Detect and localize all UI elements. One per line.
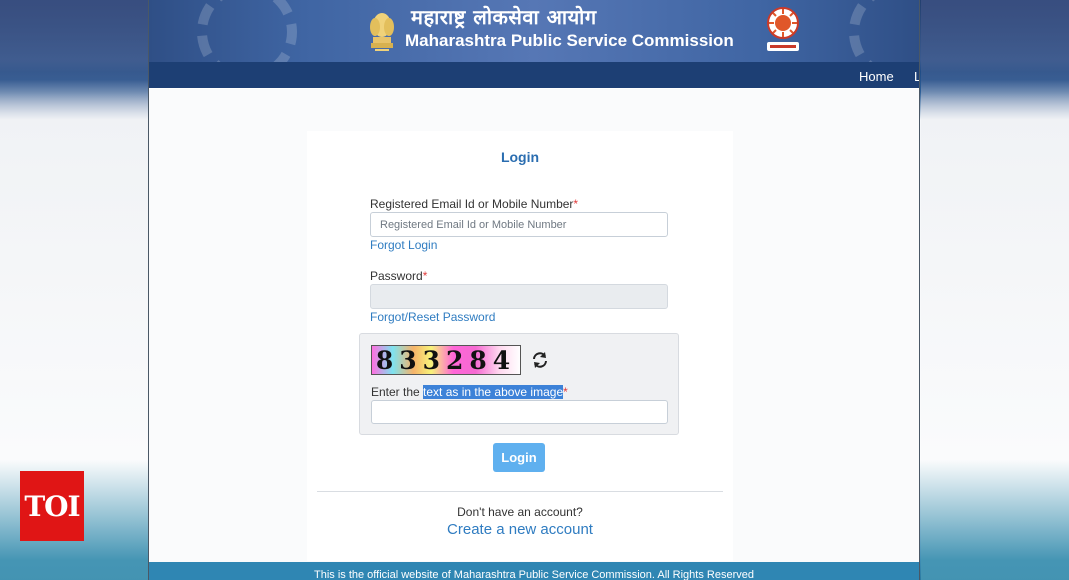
- nav-home-link[interactable]: Home: [859, 62, 894, 92]
- site-title: महाराष्ट्र लोकसेवा आयोग Maharashtra Publ…: [405, 4, 734, 52]
- backdrop-right: [921, 0, 1069, 580]
- page-content: Login Registered Email Id or Mobile Numb…: [149, 89, 919, 562]
- captcha-label: Enter the text as in the above image*: [371, 385, 568, 399]
- site-title-hindi: महाराष्ट्र लोकसेवा आयोग: [411, 5, 597, 29]
- site-banner: महाराष्ट्र लोकसेवा आयोग Maharashtra Publ…: [149, 0, 919, 62]
- sun-motif-icon: [849, 0, 919, 62]
- top-navbar: Home L: [149, 62, 919, 88]
- email-label-text: Registered Email Id or Mobile Number: [370, 197, 574, 211]
- nav-next-link[interactable]: L: [914, 62, 919, 92]
- required-mark: *: [573, 197, 579, 211]
- forgot-password-link[interactable]: Forgot/Reset Password: [370, 310, 495, 324]
- password-input[interactable]: [370, 284, 668, 309]
- divider: [317, 491, 723, 492]
- site-footer: This is the official website of Maharash…: [149, 562, 919, 580]
- captcha-image: 833284: [371, 345, 521, 375]
- password-label-text: Password: [370, 269, 423, 283]
- login-button[interactable]: Login: [493, 443, 545, 472]
- captcha-input[interactable]: [371, 400, 668, 424]
- create-account-link[interactable]: Create a new account: [307, 521, 733, 538]
- required-mark: *: [422, 269, 428, 283]
- captcha-label-highlight: text as in the above image: [423, 385, 564, 399]
- site-title-english: Maharashtra Public Service Commission: [405, 31, 734, 50]
- login-card: Login Registered Email Id or Mobile Numb…: [307, 131, 733, 561]
- browser-viewport: महाराष्ट्र लोकसेवा आयोग Maharashtra Publ…: [148, 0, 920, 580]
- captcha-label-prefix: Enter the: [371, 385, 424, 399]
- login-title: Login: [500, 149, 540, 165]
- toi-logo: TOI: [20, 471, 84, 541]
- email-input[interactable]: [370, 212, 668, 237]
- mpsc-seal-icon: [763, 5, 803, 55]
- forgot-login-link[interactable]: Forgot Login: [370, 238, 437, 252]
- sun-motif-icon: [197, 0, 297, 62]
- email-label: Registered Email Id or Mobile Number*: [370, 197, 578, 211]
- required-mark: *: [563, 385, 568, 399]
- refresh-icon[interactable]: [531, 351, 549, 369]
- password-label: Password*: [370, 269, 427, 283]
- national-emblem-icon: [365, 6, 399, 54]
- no-account-text: Don't have an account?: [457, 505, 583, 519]
- captcha-panel: 833284 Enter the text as in the above im…: [359, 333, 679, 435]
